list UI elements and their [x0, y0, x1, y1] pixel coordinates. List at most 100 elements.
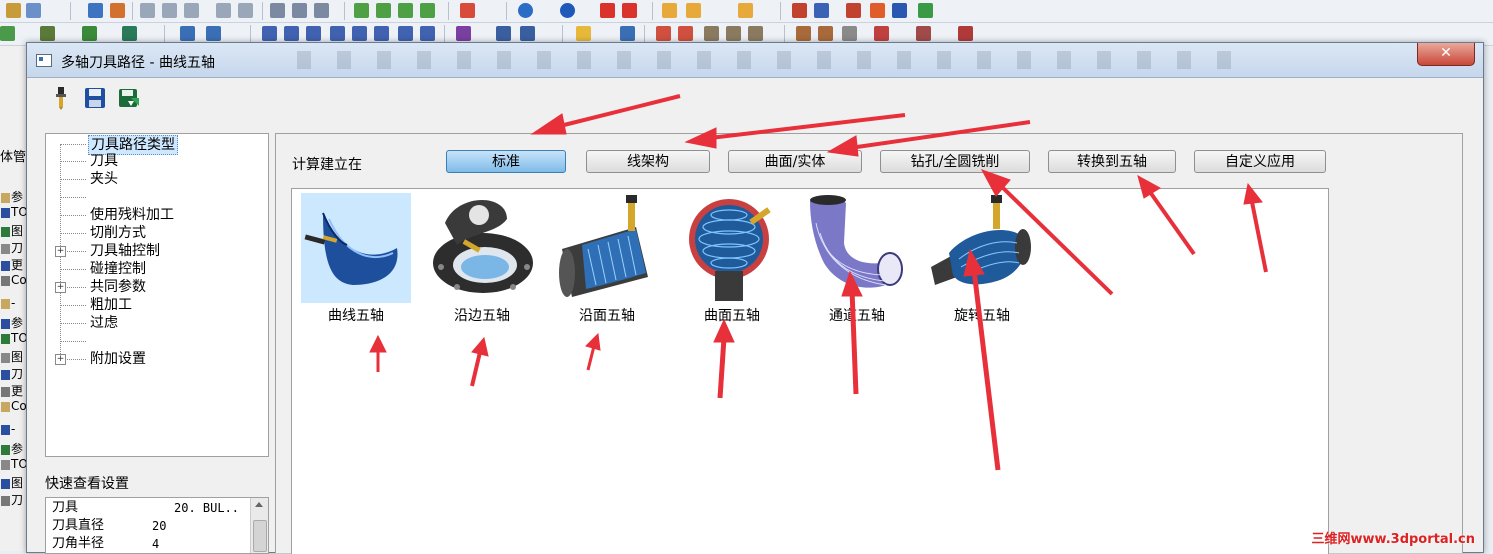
tree-item-rest-material[interactable]: 使用残料加工 [90, 206, 174, 224]
tab-standard[interactable]: 标准 [446, 150, 566, 173]
tree-item-filter[interactable]: 过虑 [90, 314, 118, 332]
expand-icon[interactable]: + [55, 282, 66, 293]
toolbar-icon[interactable] [818, 26, 833, 41]
tab-drill-circle-mill[interactable]: 钻孔/全圆铣削 [880, 150, 1030, 173]
toolbar-icon[interactable] [110, 3, 125, 18]
zoom-icon[interactable] [184, 3, 199, 18]
tab-wireframe[interactable]: 线架构 [586, 150, 710, 173]
pencil-icon[interactable] [686, 3, 701, 18]
toolbar-icon[interactable] [398, 26, 413, 41]
tab-surface-solid[interactable]: 曲面/实体 [728, 150, 862, 173]
view-cube-icon[interactable] [376, 3, 391, 18]
toolbar-icon[interactable] [270, 3, 285, 18]
tree-item-roughing[interactable]: 粗加工 [90, 296, 132, 314]
toolpath-type-panel: 计算建立在 标准 线架构 曲面/实体 钻孔/全圆铣削 转换到五轴 自定义应用 曲… [275, 133, 1463, 554]
toolbar-icon[interactable] [314, 3, 329, 18]
method-port-5axis[interactable]: 通道五轴 [797, 193, 917, 325]
zoom-icon[interactable] [140, 3, 155, 18]
toolbar-icon[interactable] [870, 3, 885, 18]
tree-item-tool[interactable]: 刀具 [90, 152, 118, 170]
toolbar-icon[interactable] [496, 26, 511, 41]
tree-item-tool-axis-control[interactable]: 刀具轴控制 [90, 242, 160, 260]
pencil-icon[interactable] [738, 3, 753, 18]
toolbar-icon[interactable] [40, 26, 55, 41]
tree-node-icon [1, 424, 10, 435]
method-rotary-5axis[interactable]: 旋转五轴 [922, 193, 1042, 325]
toolbar-icon[interactable] [656, 26, 671, 41]
quick-row-value: 4 [152, 537, 160, 551]
toolbar-icon[interactable] [846, 3, 861, 18]
toolbar-icon[interactable] [600, 3, 615, 18]
undo-icon[interactable] [26, 3, 41, 18]
toolbar-icon[interactable] [306, 26, 321, 41]
tree-item-common-parameters[interactable]: 共同参数 [90, 278, 146, 296]
toolbar-icon[interactable] [88, 3, 103, 18]
toolbar-icon[interactable] [792, 3, 807, 18]
toolbar-icon[interactable] [284, 26, 299, 41]
dialog-titlebar[interactable]: 多轴刀具路径 - 曲线五轴 ✕ [27, 43, 1483, 78]
zoom-icon[interactable] [238, 3, 253, 18]
toolbar-icon[interactable] [916, 26, 931, 41]
toolbar-icon[interactable] [122, 26, 137, 41]
method-flow-5axis[interactable]: 沿面五轴 [547, 193, 667, 325]
toolbar-icon[interactable] [842, 26, 857, 41]
toolbar-icon[interactable] [0, 26, 15, 41]
close-button[interactable]: ✕ [1417, 43, 1475, 66]
quick-view-scrollbar[interactable] [250, 498, 268, 553]
sphere-icon[interactable] [560, 3, 575, 18]
toolbar-icon[interactable] [726, 26, 741, 41]
view-cube-icon[interactable] [398, 3, 413, 18]
zoom-icon[interactable] [216, 3, 231, 18]
tree-item-collision-control[interactable]: 碰撞控制 [90, 260, 146, 278]
toolbar-icon[interactable] [456, 26, 471, 41]
quick-view-panel: 刀具 20. BUL.. 刀具直径 20 刀角半径 4 [45, 497, 269, 554]
tool-holder-icon[interactable] [49, 86, 73, 110]
app-tree-row-label: Co [11, 399, 27, 413]
view-cube-icon[interactable] [420, 3, 435, 18]
toolbar-icon[interactable] [678, 26, 693, 41]
toolbar-icon[interactable] [874, 26, 889, 41]
globe-icon[interactable] [518, 3, 533, 18]
toolbar-icon[interactable] [352, 26, 367, 41]
expand-icon[interactable]: + [55, 246, 66, 257]
toolbar-icon[interactable] [262, 26, 277, 41]
toolbar-icon[interactable] [460, 3, 475, 18]
pencil-icon[interactable] [662, 3, 677, 18]
toolbar-icon[interactable] [206, 26, 221, 41]
method-swarf-5axis[interactable]: 沿边五轴 [422, 193, 542, 325]
toolbar-icon[interactable] [748, 26, 763, 41]
scroll-up-icon[interactable] [255, 502, 263, 507]
tree-item-additional-settings[interactable]: 附加设置 [90, 350, 146, 368]
method-surface-5axis[interactable]: 曲面五轴 [672, 193, 792, 325]
toolbar-icon[interactable] [330, 26, 345, 41]
toolbar-icon[interactable] [620, 26, 635, 41]
zoom-icon[interactable] [162, 3, 177, 18]
tree-item-holder[interactable]: 夹头 [90, 170, 118, 188]
save-as-icon[interactable] [117, 86, 141, 110]
tab-convert-to-5axis[interactable]: 转换到五轴 [1048, 150, 1176, 173]
toolbar-icon[interactable] [420, 26, 435, 41]
toolbar-icon[interactable] [704, 26, 719, 41]
toolbar-icon[interactable] [82, 26, 97, 41]
tree-item-cut-pattern[interactable]: 切削方式 [90, 224, 146, 242]
toolbar-icon[interactable] [918, 3, 933, 18]
method-curve-5axis[interactable]: 曲线五轴 [296, 193, 416, 325]
toolbar-icon[interactable] [958, 26, 973, 41]
toolbar-icon[interactable] [292, 3, 307, 18]
scroll-thumb[interactable] [253, 520, 267, 552]
view-cube-icon[interactable] [354, 3, 369, 18]
toolbar-icon[interactable] [576, 26, 591, 41]
toolbar-icon[interactable] [622, 3, 637, 18]
toolbar-icon[interactable] [520, 26, 535, 41]
toolbar-icon[interactable] [180, 26, 195, 41]
toolbar-icon[interactable] [6, 3, 21, 18]
sigma-icon[interactable] [892, 3, 907, 18]
quick-row-key: 刀具直径 [52, 518, 105, 533]
toolbar-icon[interactable] [796, 26, 811, 41]
tree-node-icon [1, 207, 10, 218]
tab-custom-application[interactable]: 自定义应用 [1194, 150, 1326, 173]
save-icon[interactable] [83, 86, 107, 110]
toolbar-icon[interactable] [374, 26, 389, 41]
toolbar-icon[interactable] [814, 3, 829, 18]
expand-icon[interactable]: + [55, 354, 66, 365]
